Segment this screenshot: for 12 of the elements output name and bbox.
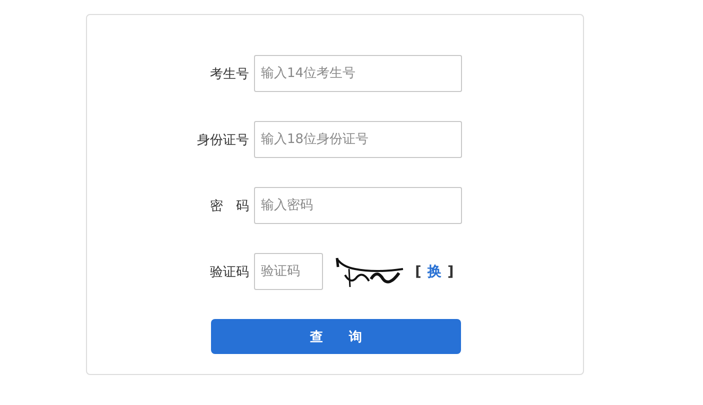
bracket: [ [415,264,422,280]
password-field[interactable]: 输入密码 [254,187,462,224]
input-field[interactable]: 输入18位身份证号 [254,121,462,158]
refresh-link[interactable]: 换 [427,262,442,280]
field-label: 验证码 [209,264,250,280]
bracket: ] [447,264,454,280]
field-label: 考生号 [209,66,250,82]
captcha-field[interactable]: 验证码 [254,253,323,290]
input-field[interactable]: 输入14位考生号 [254,55,462,92]
query-button[interactable]: 查 询 [211,319,461,354]
field-label: 身份证号 [196,132,250,148]
field-label: 密 码 [209,198,250,214]
